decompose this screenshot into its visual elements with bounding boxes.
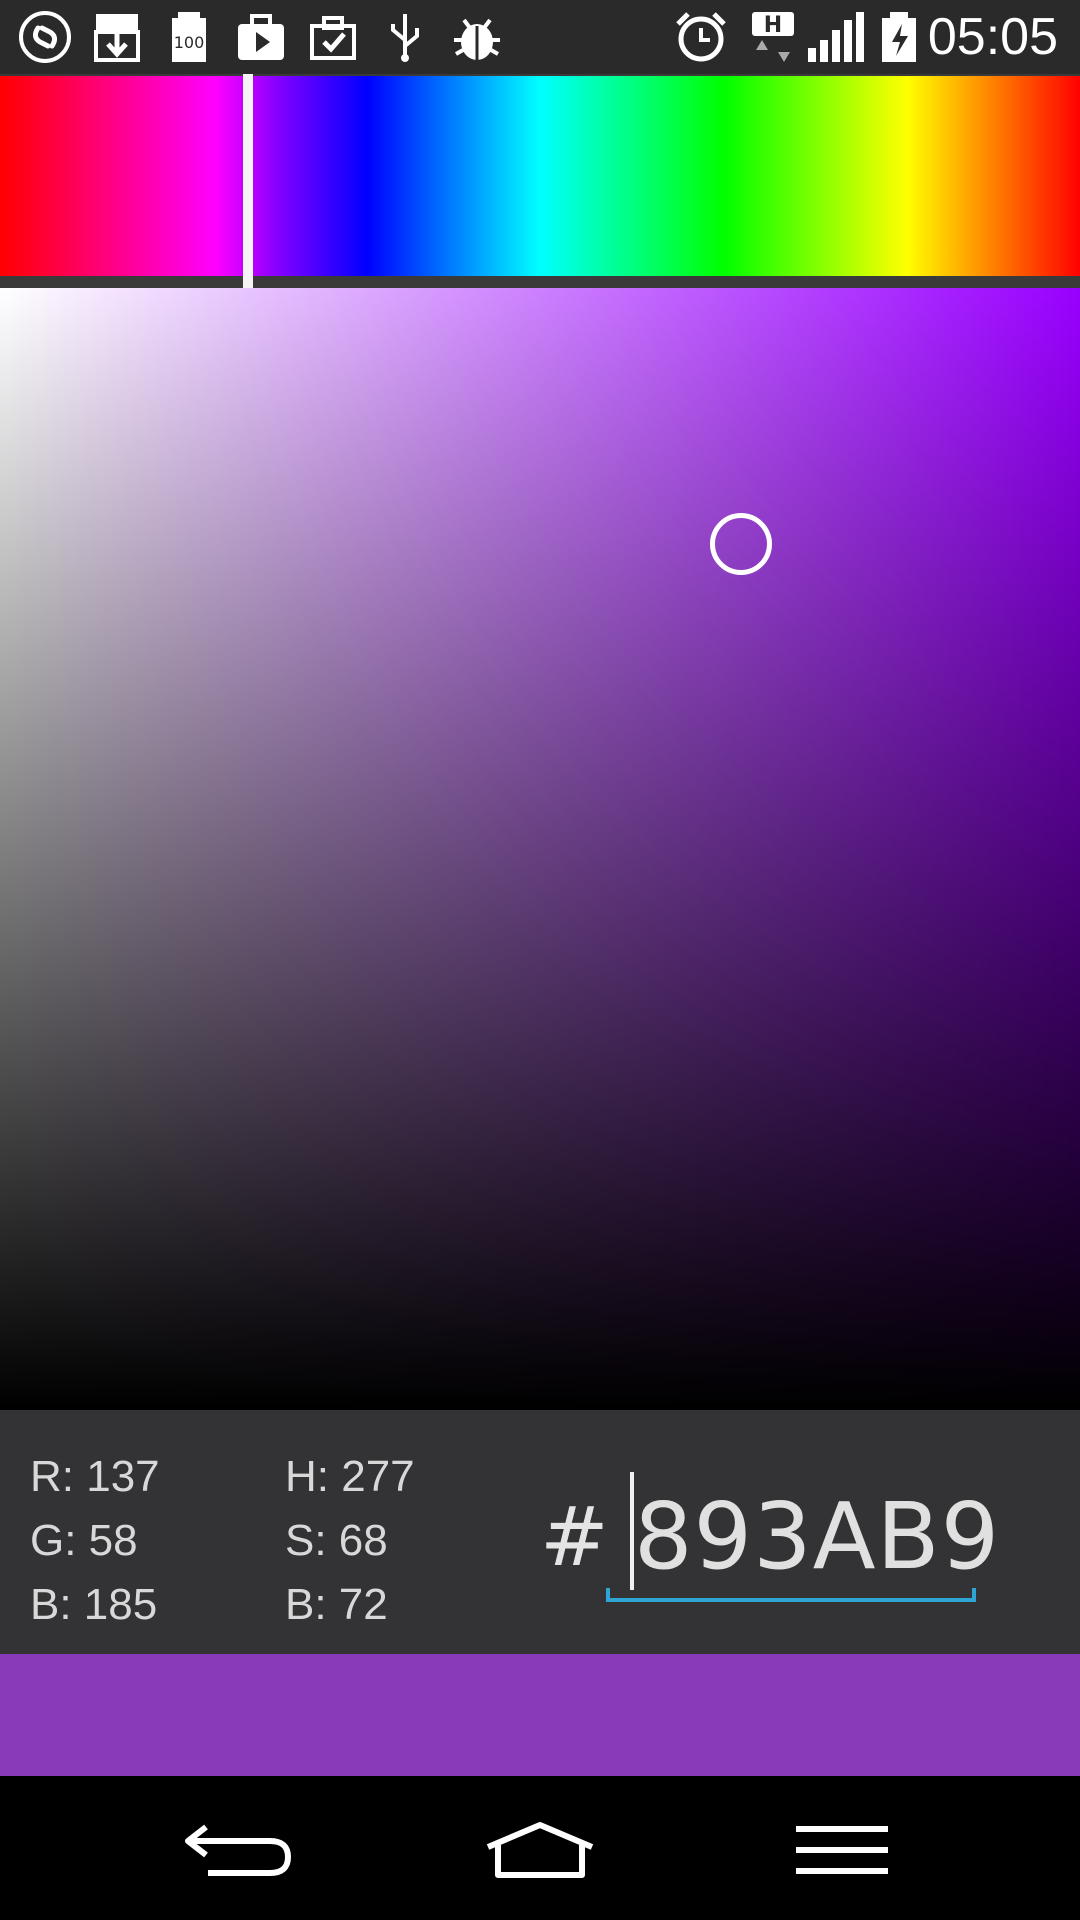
saturation-brightness-panel[interactable]	[0, 288, 1080, 1410]
battery-label: 100	[174, 33, 205, 52]
shazam-icon	[18, 10, 72, 64]
back-arrow-icon	[185, 1824, 291, 1876]
blue-value: B: 185	[30, 1580, 158, 1629]
play-store-icon	[234, 10, 288, 64]
green-value: G: 58	[30, 1516, 138, 1565]
hex-input-underline	[606, 1588, 976, 1602]
red-value: R: 137	[30, 1452, 160, 1501]
signal-icon	[806, 10, 866, 64]
back-button[interactable]	[158, 1802, 318, 1898]
hue-slider-handle[interactable]	[243, 74, 254, 288]
battery-charging-icon	[872, 10, 926, 64]
network-label: H	[764, 13, 782, 38]
menu-icon	[796, 1826, 888, 1874]
hex-value[interactable]: 893AB9	[634, 1472, 1000, 1602]
battery-100-icon: 100	[162, 10, 216, 64]
color-preview-swatch	[0, 1654, 1080, 1776]
color-picker-cursor[interactable]	[709, 512, 772, 575]
download-icon	[90, 10, 144, 64]
usb-icon	[378, 10, 432, 64]
status-bar: 100 H 05:05	[0, 0, 1080, 74]
hex-input[interactable]: 893AB9	[606, 1472, 999, 1602]
bug-icon	[450, 10, 504, 64]
clock: 05:05	[927, 8, 1058, 66]
navigation-bar	[0, 1776, 1080, 1920]
briefcase-check-icon	[306, 10, 360, 64]
hue-slider[interactable]	[0, 74, 1080, 288]
saturation-value: S: 68	[285, 1516, 388, 1565]
hue-value: H: 277	[285, 1452, 415, 1501]
home-button[interactable]	[460, 1802, 620, 1898]
alarm-icon	[674, 10, 728, 64]
brightness-value: B: 72	[285, 1580, 388, 1629]
hex-prefix: #	[540, 1490, 609, 1585]
network-h-icon: H	[746, 10, 800, 64]
hue-gradient-bar[interactable]	[0, 76, 1080, 276]
menu-button[interactable]	[762, 1802, 922, 1898]
home-icon	[486, 1822, 594, 1878]
